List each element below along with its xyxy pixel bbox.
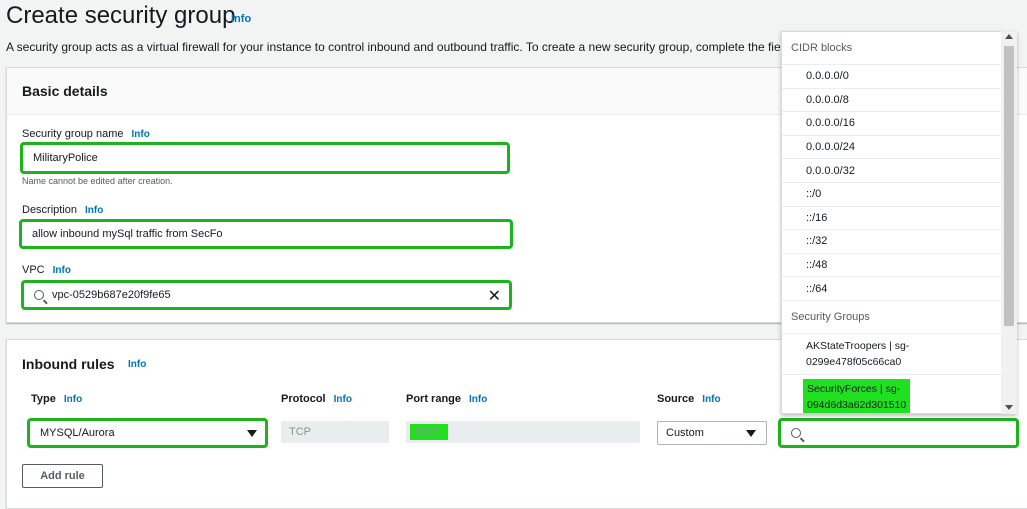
clear-icon[interactable]: ✕ — [488, 286, 501, 306]
page-title-info-link[interactable]: Info — [231, 13, 251, 25]
type-info-link[interactable]: Info — [64, 394, 82, 405]
cidr-option[interactable]: 0.0.0.0/8 — [782, 89, 1016, 113]
cidr-option[interactable]: 0.0.0.0/0 — [782, 65, 1016, 89]
type-select[interactable]: MYSQL/Aurora — [27, 418, 268, 448]
add-rule-button[interactable]: Add rule — [22, 464, 103, 488]
page-description: A security group acts as a virtual firew… — [6, 40, 796, 54]
cidr-option[interactable]: ::/0 — [782, 183, 1016, 207]
cidr-option[interactable]: 0.0.0.0/16 — [782, 112, 1016, 136]
source-column-header: Source Info — [657, 393, 721, 405]
scroll-up-arrow-icon[interactable] — [1005, 34, 1013, 39]
cidr-option[interactable]: ::/64 — [782, 277, 1016, 301]
security-group-name-input[interactable]: MilitaryPolice — [20, 142, 510, 174]
security-group-name-label: Security group name Info — [22, 128, 150, 140]
port-range-field: 3306 — [406, 421, 640, 443]
vpc-label: VPC Info — [22, 264, 71, 276]
cidr-option[interactable]: ::/16 — [782, 207, 1016, 231]
description-info-link[interactable]: Info — [85, 205, 103, 216]
port-range-info-link[interactable]: Info — [469, 394, 487, 405]
vpc-info-link[interactable]: Info — [53, 265, 71, 276]
protocol-info-link[interactable]: Info — [334, 394, 352, 405]
cidr-option[interactable]: 0.0.0.0/32 — [782, 159, 1016, 183]
protocol-field: TCP — [281, 421, 389, 443]
security-group-name-hint: Name cannot be edited after creation. — [22, 176, 173, 186]
security-group-option-akstatetroopers[interactable]: AKStateTroopers | sg- 0299e478f05c66ca0 — [782, 334, 1016, 375]
scrollbar-thumb[interactable] — [1004, 46, 1014, 326]
security-groups-group-label: Security Groups — [782, 301, 1016, 334]
dropdown-arrow-icon — [746, 430, 756, 437]
source-info-link[interactable]: Info — [702, 394, 720, 405]
cidr-option[interactable]: ::/32 — [782, 230, 1016, 254]
cidr-option[interactable]: ::/48 — [782, 254, 1016, 278]
search-icon — [34, 290, 44, 300]
protocol-column-header: Protocol Info — [281, 393, 352, 405]
port-range-column-header: Port range Info — [406, 393, 488, 405]
source-dropdown-list: CIDR blocks 0.0.0.0/0 0.0.0.0/8 0.0.0.0/… — [781, 31, 1017, 414]
page-title: Create security group — [6, 2, 236, 29]
scroll-down-arrow-icon[interactable] — [1005, 405, 1013, 410]
search-icon — [791, 428, 801, 438]
source-search-input[interactable] — [778, 418, 1019, 448]
inbound-rules-title: Inbound rules — [22, 356, 115, 372]
port-range-value: 3306 — [410, 424, 449, 440]
cidr-option[interactable]: 0.0.0.0/24 — [782, 136, 1016, 160]
cidr-blocks-group-label: CIDR blocks — [782, 32, 1016, 65]
dropdown-scrollbar[interactable] — [1001, 31, 1017, 414]
description-input[interactable]: allow inbound mySql traffic from SecFo — [19, 219, 513, 249]
dropdown-arrow-icon — [247, 430, 257, 437]
type-column-header: Type Info — [31, 393, 83, 405]
security-group-option-securityforces[interactable]: SecurityForces | sg- 094d6d3a62d301510 — [782, 375, 1016, 413]
description-label: Description Info — [22, 204, 104, 216]
inbound-rules-info-link[interactable]: Info — [128, 359, 146, 370]
vpc-select[interactable]: vpc-0529b687e20f9fe65 ✕ — [21, 280, 512, 310]
basic-details-title: Basic details — [22, 83, 108, 99]
security-group-name-info-link[interactable]: Info — [132, 129, 150, 140]
source-type-select[interactable]: Custom — [657, 421, 767, 445]
